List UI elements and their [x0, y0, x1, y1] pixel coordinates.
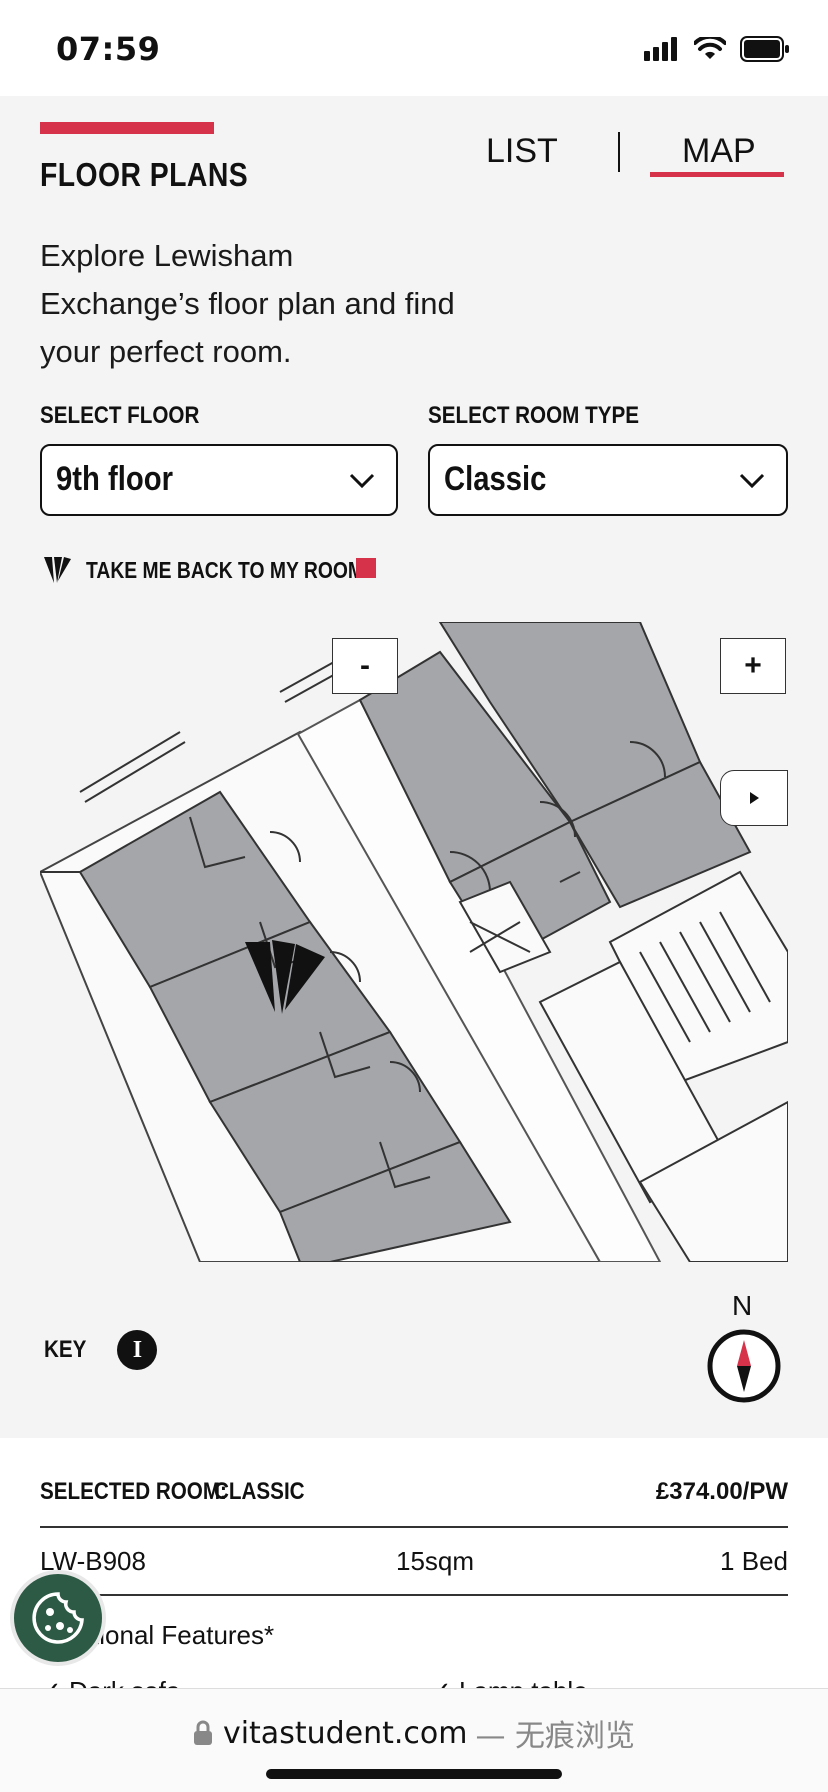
map-key: KEY I	[44, 1330, 158, 1370]
take-me-back-link[interactable]: TAKE ME BACK TO MY ROOM	[42, 552, 417, 588]
status-bar: 07:59	[0, 0, 828, 96]
selected-room-label: SELECTED ROOM:	[40, 1478, 227, 1505]
select-floor-label: SELECT FLOOR	[40, 402, 200, 429]
tab-divider	[618, 132, 620, 172]
floor-plan-drawing	[40, 622, 788, 1262]
tab-map-active-indicator	[650, 172, 784, 177]
status-icons	[644, 36, 790, 62]
chevron-down-icon	[349, 473, 375, 489]
play-right-icon	[750, 792, 759, 804]
zoom-in-button[interactable]: +	[720, 638, 786, 694]
select-room-type-value: Classic	[444, 460, 547, 498]
browser-address-bar: vitastudent.com — 无痕浏览	[0, 1688, 828, 1792]
key-label: KEY	[44, 1336, 87, 1363]
selected-room-type: CLASSIC	[214, 1478, 305, 1505]
select-floor-dropdown[interactable]: 9th floor	[40, 444, 398, 516]
battery-icon	[740, 36, 789, 62]
title-accent-bar	[40, 122, 214, 134]
tab-list[interactable]: LIST	[486, 132, 558, 171]
wifi-icon	[694, 37, 726, 59]
url-domain: vitastudent.com	[222, 1715, 468, 1751]
status-time: 07:59	[56, 30, 161, 68]
url-field[interactable]: vitastudent.com — 无痕浏览	[0, 1711, 828, 1755]
view-tabs: LIST MAP	[460, 120, 800, 180]
zoom-out-button[interactable]: -	[332, 638, 398, 694]
compass-icon	[707, 1329, 781, 1403]
select-room-type-dropdown[interactable]: Classic	[428, 444, 788, 516]
tab-map[interactable]: MAP	[682, 132, 756, 171]
selected-room-price: £374.00/PW	[655, 1478, 788, 1505]
room-beds: 1 Bed	[720, 1546, 788, 1576]
compass: N	[704, 1290, 784, 1406]
select-room-type-label: SELECT ROOM TYPE	[428, 402, 640, 429]
home-indicator	[266, 1769, 562, 1779]
page-title: FLOOR PLANS	[40, 156, 249, 193]
vita-logo-icon	[44, 557, 71, 583]
select-floor-value: 9th floor	[56, 460, 173, 498]
divider	[40, 1526, 788, 1528]
cookie-icon	[32, 1592, 84, 1644]
pan-right-button[interactable]	[720, 770, 788, 826]
lock-icon	[193, 1720, 212, 1745]
chevron-down-icon	[739, 473, 765, 489]
divider	[40, 1594, 788, 1596]
private-browsing-label: — 无痕浏览	[475, 1719, 636, 1754]
room-size: 15sqm	[396, 1546, 475, 1576]
compass-north-label: N	[732, 1290, 753, 1321]
cellular-signal-icon	[644, 37, 677, 61]
red-square-marker	[356, 558, 376, 578]
selected-room-panel: SELECTED ROOM: CLASSIC £374.00/PW LW-B90…	[0, 1438, 828, 1706]
intro-text: Explore Lewisham Exchange’s floor plan a…	[40, 238, 455, 369]
cookie-settings-button[interactable]	[10, 1570, 106, 1666]
info-icon[interactable]: I	[117, 1330, 158, 1370]
take-me-back-label: TAKE ME BACK TO MY ROOM	[86, 556, 365, 583]
floor-plan-map[interactable]: - +	[40, 622, 788, 1262]
